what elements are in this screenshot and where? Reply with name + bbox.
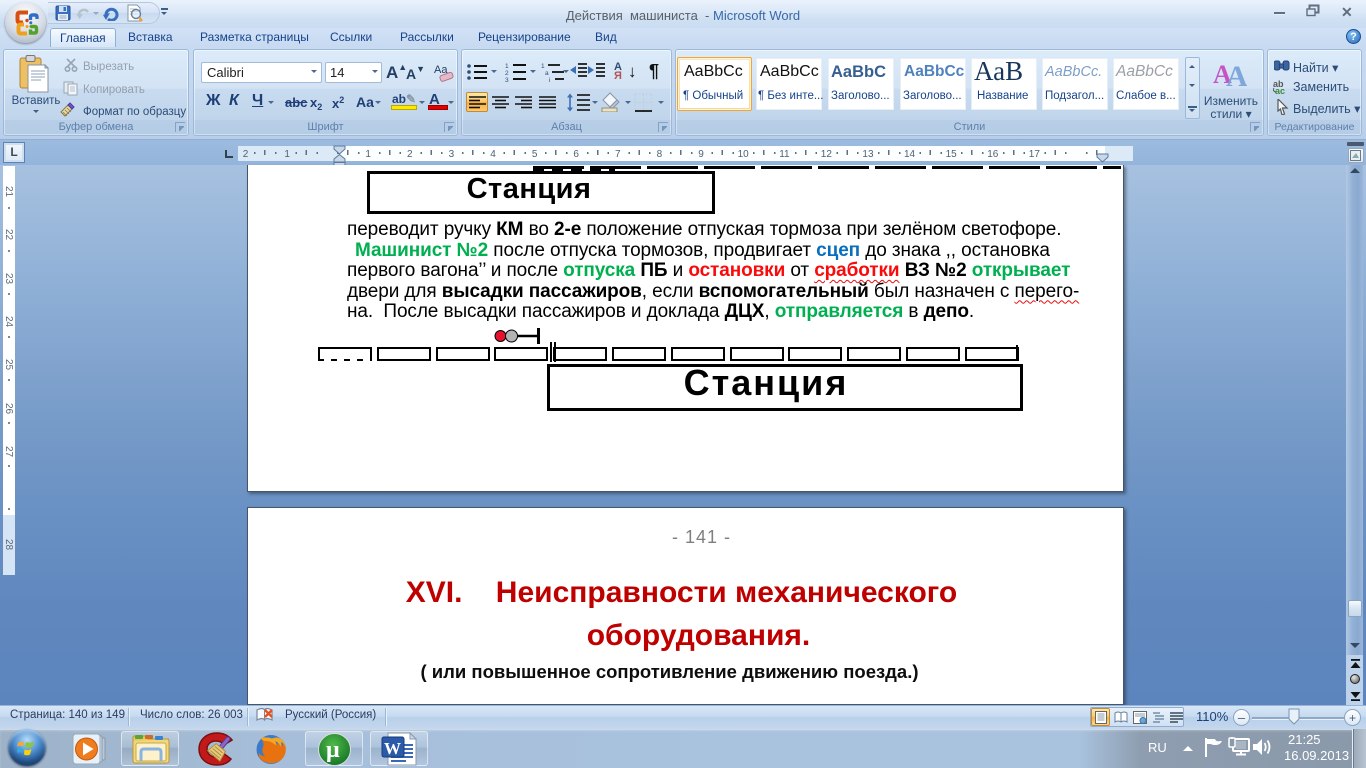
svg-text:1: 1 (505, 63, 509, 70)
svg-text:i: i (549, 77, 550, 82)
svg-text:1: 1 (541, 63, 545, 70)
svg-text:ac: ac (1275, 86, 1285, 94)
svg-text:a: a (545, 70, 549, 77)
svg-text:W: W (384, 739, 401, 758)
svg-text:2: 2 (505, 70, 509, 77)
svg-text:A: A (1226, 60, 1247, 87)
svg-text:3: 3 (505, 77, 509, 82)
